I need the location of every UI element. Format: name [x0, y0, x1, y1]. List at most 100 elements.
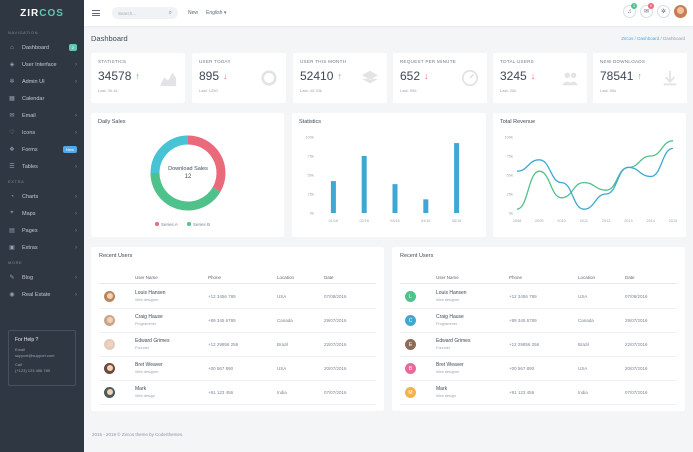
phone-cell: +12 3456 789 — [208, 294, 236, 299]
avatar — [104, 339, 115, 350]
user-name: Mark — [436, 386, 448, 392]
revenue-card: Total Revenue 100k 75k 50k 25k 0k 2008 2009 201… — [493, 113, 686, 237]
date-cell: 07/07/2016 — [324, 390, 347, 395]
table-row[interactable]: Edward Grimes Founder +12 29856 256 Brazil 2… — [99, 333, 376, 357]
sidebar-item-icons[interactable]: ♡ Icons › — [0, 124, 84, 141]
chevron-right-icon: › — [75, 193, 77, 200]
sidebar-item-label: Calendar — [22, 95, 45, 102]
x-tick-label: 03/16 — [390, 219, 400, 223]
table-row[interactable]: M Mark Web design +91 123 456 India 07/07/201… — [400, 381, 677, 405]
x-tick-label: 01/16 — [329, 219, 339, 223]
stat-sub: Last: 50k — [600, 88, 617, 93]
breadcrumb-item[interactable]: Dashboard — [637, 36, 659, 41]
language-select[interactable]: English ▾ — [206, 10, 226, 16]
help-title: For Help ? — [15, 337, 39, 343]
col-location: Location — [277, 275, 295, 280]
topbar-actions: ♫ 3 ✉ 9 ✲ — [623, 3, 687, 18]
user-role: Web design — [135, 394, 155, 398]
breadcrumb-item[interactable]: Zircos — [621, 36, 633, 41]
date-cell: 20/07/2016 — [324, 366, 347, 371]
download-icon — [663, 70, 677, 86]
brand-logo[interactable]: ZIR COS — [0, 0, 84, 26]
date-cell: 22/07/2016 — [324, 342, 347, 347]
settings-icon: ✲ — [9, 79, 15, 85]
new-menu[interactable]: New — [188, 10, 198, 16]
bar-chart: 100k 75k 50k 25k 0k 01/16 02/16 03/16 04/16 05/16 — [305, 135, 461, 224]
stat-card-statistics: Statistics 34578 ↑ Last: 30.4k — [91, 53, 185, 103]
help-email[interactable]: support@support.com — [15, 353, 69, 359]
heart-icon: ♡ — [9, 130, 15, 136]
stat-value: 3245 — [500, 69, 527, 83]
table-row[interactable]: Mark Web design +91 123 456 India 07/07/2016 — [99, 381, 376, 405]
location-cell: Canada — [578, 318, 594, 323]
search-input[interactable]: Search... ⌕ — [112, 7, 178, 19]
location-cell: India — [277, 390, 287, 395]
phone-cell: +00 567 890 — [208, 366, 234, 371]
chevron-right-icon: › — [75, 274, 77, 281]
stat-value: 78541 — [600, 69, 634, 83]
y-tick-label: 0k — [310, 211, 314, 216]
sidebar-item-calendar[interactable]: ▦ Calendar — [0, 90, 84, 107]
location-cell: USA — [578, 366, 588, 371]
table-row[interactable]: Louis Hansen Web designer +12 3456 789 USA 0… — [99, 285, 376, 309]
col-user-name: User Name — [436, 275, 459, 280]
nav-section-title: More — [8, 260, 23, 265]
phone-cell: +89 345 6789 — [208, 318, 236, 323]
menu-toggle-icon[interactable] — [92, 10, 100, 16]
table-row[interactable]: Bret Weaver Web designer +00 567 890 USA 20/… — [99, 357, 376, 381]
sidebar-item-user-interface[interactable]: ◈ User Interface › — [0, 56, 84, 73]
sidebar-item-tables[interactable]: ☰ Tables › — [0, 158, 84, 175]
table-row[interactable]: B Bret Weaver Web designer +00 567 890 USA 20… — [400, 357, 677, 381]
sidebar-item-pages[interactable]: ▤ Pages › — [0, 222, 84, 239]
stat-card-user-today: User Today 895 ↓ Last: 1250 — [192, 53, 286, 103]
arrow-up-icon: ↑ — [337, 71, 342, 81]
bell-icon[interactable]: ♫ 3 — [623, 3, 637, 18]
sidebar-item-forms[interactable]: ❖ Forms New — [0, 141, 84, 158]
sidebar-item-label: Icons — [22, 129, 36, 136]
help-box: For Help ? Email support@support.com Cal… — [8, 330, 76, 386]
table-row[interactable]: E Edward Grimes Founder +12 29856 256 Brazil… — [400, 333, 677, 357]
help-phone[interactable]: (+123) 123 456 789 — [15, 368, 69, 374]
series-line — [516, 140, 674, 210]
sidebar-item-maps[interactable]: ⌖ Maps › — [0, 205, 84, 222]
col-phone: Phone — [208, 275, 222, 280]
table-row[interactable]: L Louis Hansen Web designer +12 3456 789 USA… — [400, 285, 677, 309]
arrow-down-icon: ↓ — [530, 71, 536, 81]
date-cell: 07/07/2016 — [625, 390, 648, 395]
area-chart-icon — [159, 72, 177, 87]
sidebar-item-label: Charts — [22, 193, 39, 200]
user-role: Founder — [436, 346, 451, 350]
avatar: B — [405, 363, 416, 374]
sidebar-item-dashboard[interactable]: ⌂ Dashboard 2 — [0, 39, 84, 56]
bar — [423, 199, 429, 213]
x-tick-label: 2011 — [580, 219, 588, 223]
mail-icon[interactable]: ✉ 9 — [640, 3, 654, 18]
sidebar-item-email[interactable]: ✉ Email › — [0, 107, 84, 124]
list-icon: ☰ — [9, 164, 15, 170]
refresh-icon — [261, 70, 277, 86]
user-role: Web designer — [436, 298, 460, 302]
sidebar-item-blog[interactable]: ✎ Blog › — [0, 269, 84, 286]
location-cell: India — [578, 390, 588, 395]
phone-cell: +89 345 6789 — [509, 318, 537, 323]
sidebar-item-charts[interactable]: ◔ Charts › — [0, 188, 84, 205]
recent-users-title: Recent Users — [400, 253, 434, 259]
user-avatar[interactable] — [674, 5, 687, 18]
stat-label: New Downloads — [600, 59, 646, 64]
stat-label: Request Per Minute — [400, 59, 457, 64]
donut-center-value: 12 — [184, 174, 192, 180]
sidebar-item-admin-ui[interactable]: ✲ Admin UI › — [0, 73, 84, 90]
x-tick-label: 02/16 — [359, 219, 369, 223]
search-placeholder: Search... — [118, 10, 137, 16]
avatar — [104, 363, 115, 374]
table-header: User Name Phone Location Date — [99, 272, 376, 284]
table-row[interactable]: Craig Hause Programmer +89 345 6789 Canada 2… — [99, 309, 376, 333]
user-name: Mark — [135, 386, 147, 392]
search-icon[interactable]: ⌕ — [169, 10, 172, 17]
statistics-card: Statistics 100k 75k 50k 25k 0k 01/16 02/16 03/1… — [292, 113, 486, 237]
sidebar-item-extras[interactable]: ▣ Extras › — [0, 239, 84, 256]
table-row[interactable]: C Craig Hause Programmer +89 345 6789 Canada… — [400, 309, 677, 333]
settings-icon[interactable]: ✲ — [657, 5, 670, 18]
sidebar-item-real-estate[interactable]: ◉ Real Estate › — [0, 286, 84, 303]
calendar-icon: ▦ — [9, 96, 15, 102]
